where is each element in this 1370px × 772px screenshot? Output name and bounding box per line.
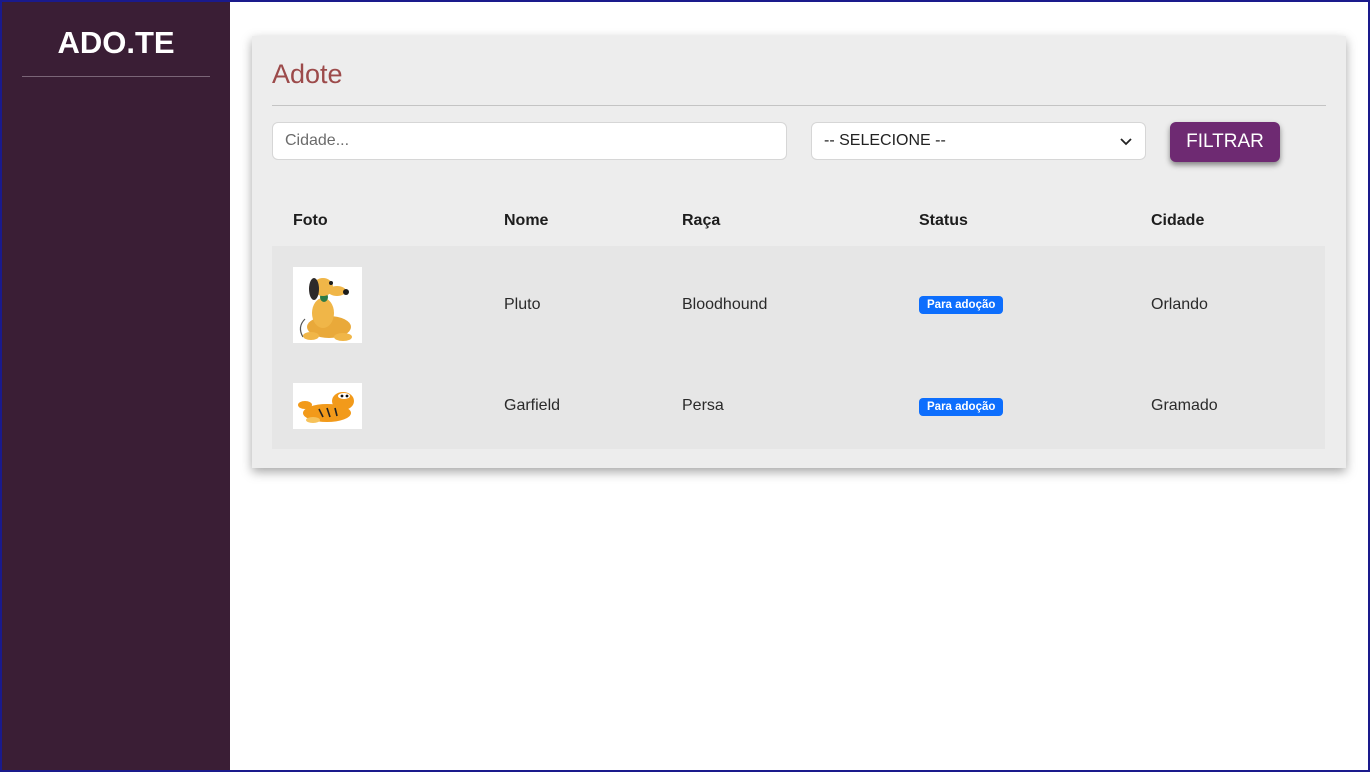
pluto-dog-image[interactable] xyxy=(293,266,362,343)
header-status: Status xyxy=(919,212,968,229)
sidebar: ADO.TE xyxy=(2,2,230,770)
header-nome: Nome xyxy=(504,212,549,229)
pets-table: Foto Nome Raça Status Cidade Pluto Blood… xyxy=(272,196,1325,449)
app-frame: ADO.TE Adote -- SELECIONE -- FILTRAR Fot… xyxy=(0,0,1370,772)
table-row[interactable]: Pluto Bloodhound Para adoção Orlando xyxy=(272,246,1325,363)
pet-city: Gramado xyxy=(1151,397,1218,414)
page-title: Adote xyxy=(272,36,1326,106)
status-select[interactable]: -- SELECIONE -- xyxy=(811,122,1146,160)
status-select-value: -- SELECIONE -- xyxy=(824,132,946,149)
pet-name: Garfield xyxy=(504,397,561,414)
pet-city: Orlando xyxy=(1151,295,1208,313)
status-badge: Para adoção xyxy=(919,397,1004,416)
header-raca: Raça xyxy=(682,212,721,229)
status-cell: Para adoção xyxy=(898,246,1130,363)
table-row[interactable]: Garfield Persa Para adoção Gramado xyxy=(272,363,1325,449)
city-search-input[interactable] xyxy=(272,122,787,160)
photo-cell xyxy=(272,246,483,363)
filter-button[interactable]: FILTRAR xyxy=(1170,122,1280,162)
status-cell: Para adoção xyxy=(898,363,1130,449)
photo-cell xyxy=(272,363,483,449)
chevron-down-icon xyxy=(1120,138,1132,146)
adopt-card: Adote -- SELECIONE -- FILTRAR Foto Nome … xyxy=(252,36,1346,468)
table-header-row: Foto Nome Raça Status Cidade xyxy=(272,196,1325,246)
garfield-cat-image[interactable] xyxy=(293,383,362,429)
pet-name: Pluto xyxy=(504,295,541,313)
pet-breed: Bloodhound xyxy=(682,295,768,313)
filter-bar: -- SELECIONE -- FILTRAR xyxy=(272,106,1326,196)
main-content: Adote -- SELECIONE -- FILTRAR Foto Nome … xyxy=(230,2,1368,770)
header-foto: Foto xyxy=(293,212,328,229)
brand-logo[interactable]: ADO.TE xyxy=(22,2,210,77)
pet-breed: Persa xyxy=(682,397,724,414)
header-cidade: Cidade xyxy=(1151,212,1205,229)
status-badge: Para adoção xyxy=(919,296,1004,314)
